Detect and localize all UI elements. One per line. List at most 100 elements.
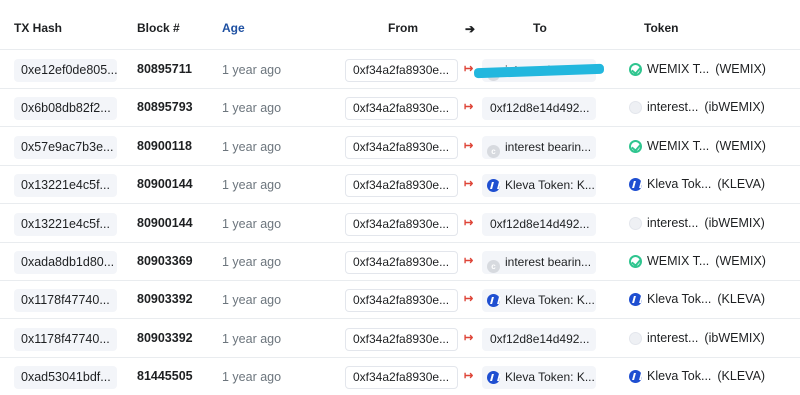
out-direction-icon: ↦ xyxy=(464,101,473,114)
from-address-link[interactable]: 0xf34a2fa8930e... xyxy=(345,327,458,351)
tx-hash-link[interactable]: 0xada8db1d80... xyxy=(14,251,117,274)
tx-hash-link[interactable]: 0x57e9ac7b3e... xyxy=(14,135,117,159)
out-direction-icon: ↦ xyxy=(464,370,473,383)
token-name: interest... xyxy=(647,330,699,345)
token-name: Kleva Tok... xyxy=(647,177,712,192)
kleva-icon xyxy=(487,371,500,385)
to-address-text: 0xf12d8e14d492... xyxy=(490,101,590,116)
age-text: 1 year ago xyxy=(222,216,282,231)
out-direction-icon: ↦ xyxy=(464,139,473,152)
table-row: 0xe12ef0de805... 80895711 1 year ago 0xf34a… xyxy=(0,51,800,89)
to-address-text: 0xf12d8e14d492... xyxy=(490,216,590,231)
token-link[interactable]: Kleva Tok... (KLEVA) xyxy=(629,177,765,192)
token-link[interactable]: interest... (ibWEMIX) xyxy=(629,216,765,230)
to-address-link[interactable]: c interest bearin... xyxy=(482,135,596,159)
to-address-text: Kleva Token: K... xyxy=(505,293,595,308)
kleva-icon xyxy=(487,294,500,308)
to-address-text: Kleva Token: K... xyxy=(505,178,595,193)
table-row: 0xada8db1d80... 80903369 1 year ago 0xf34a2… xyxy=(0,243,800,281)
tx-hash-link[interactable]: 0x13221e4c5f... xyxy=(14,212,117,236)
faint-coin-icon xyxy=(629,101,642,115)
to-address-link[interactable]: 0xf12d8e14d492... xyxy=(482,327,596,351)
to-address-link[interactable]: Kleva Token: K... xyxy=(482,366,596,390)
wemix-icon xyxy=(629,63,642,76)
age-text: 1 year ago xyxy=(222,370,282,385)
block-number-link[interactable]: 80903392 xyxy=(137,292,193,306)
gray-coin-icon: c xyxy=(487,260,500,273)
token-symbol: (WEMIX) xyxy=(715,138,766,153)
tx-hash-link[interactable]: 0x1178f47740... xyxy=(14,327,117,351)
to-address-text: interest bearin... xyxy=(505,139,592,154)
tx-hash-link[interactable]: 0x1178f47740... xyxy=(14,289,117,313)
table-row: 0x1178f47740... 80903392 1 year ago 0xf34a2… xyxy=(0,281,800,320)
block-number-link[interactable]: 80900144 xyxy=(137,216,193,230)
token-symbol: (ibWEMIX) xyxy=(704,100,765,115)
block-number-link[interactable]: 80895711 xyxy=(137,62,192,76)
to-address-link[interactable]: 0xf12d8e14d492... xyxy=(482,212,596,236)
token-name: interest... xyxy=(647,215,699,230)
from-address-link[interactable]: 0xf34a2fa8930e... xyxy=(345,212,458,236)
to-address-link[interactable]: 0xf12d8e14d492... xyxy=(482,97,596,121)
gray-coin-icon: c xyxy=(487,144,500,158)
token-name: interest... xyxy=(647,100,699,115)
column-header-tx-hash: TX Hash xyxy=(14,21,63,35)
column-header-to: To xyxy=(533,21,547,35)
age-text: 1 year ago xyxy=(222,63,282,77)
table-row: 0x13221e4c5f... 80900144 1 year ago 0xf34a2… xyxy=(0,205,800,243)
token-link[interactable]: WEMIX T... (WEMIX) xyxy=(629,254,766,268)
from-address-link[interactable]: 0xf34a2fa8930e... xyxy=(345,289,458,313)
from-address-link[interactable]: 0xf34a2fa8930e... xyxy=(345,366,458,390)
block-number-link[interactable]: 80903392 xyxy=(137,331,193,345)
token-name: WEMIX T... xyxy=(647,254,710,268)
token-symbol: (KLEVA) xyxy=(717,369,766,384)
tx-hash-link[interactable]: 0xad53041bdf... xyxy=(14,366,117,390)
table-row: 0xad53041bdf... 81445505 1 year ago 0xf34a2… xyxy=(0,358,800,395)
age-text: 1 year ago xyxy=(222,139,282,154)
kleva-icon xyxy=(629,293,642,307)
faint-coin-icon xyxy=(629,331,642,345)
column-header-age[interactable]: Age xyxy=(222,21,245,35)
table-header: TX Hash Block # Age From ➔ To Token xyxy=(0,0,800,50)
tx-hash-link[interactable]: 0x6b08db82f2... xyxy=(14,97,117,121)
from-address-link[interactable]: 0xf34a2fa8930e... xyxy=(345,251,458,274)
out-direction-icon: ↦ xyxy=(464,178,473,191)
token-link[interactable]: WEMIX T... (WEMIX) xyxy=(629,62,766,76)
token-link[interactable]: WEMIX T... (WEMIX) xyxy=(629,139,766,153)
block-number-link[interactable]: 80900118 xyxy=(137,139,192,153)
token-link[interactable]: Kleva Tok... (KLEVA) xyxy=(629,369,766,384)
to-address-link[interactable]: c interest bearin... xyxy=(482,251,596,274)
to-address-link[interactable]: Kleva Token: K... xyxy=(482,174,596,198)
from-address-link[interactable]: 0xf34a2fa8930e... xyxy=(345,174,458,198)
wemix-icon xyxy=(629,139,642,153)
out-direction-icon: ↦ xyxy=(464,331,473,344)
token-name: WEMIX T... xyxy=(647,62,710,76)
token-symbol: (ibWEMIX) xyxy=(704,215,765,230)
wemix-icon xyxy=(629,255,642,268)
out-direction-icon: ↦ xyxy=(464,216,473,229)
out-direction-icon: ↦ xyxy=(464,255,473,267)
from-address-link[interactable]: 0xf34a2fa8930e... xyxy=(345,97,458,121)
block-number-link[interactable]: 80903369 xyxy=(137,254,193,268)
age-text: 1 year ago xyxy=(222,331,282,346)
token-symbol: (WEMIX) xyxy=(715,254,766,268)
token-link[interactable]: interest... (ibWEMIX) xyxy=(629,100,765,115)
age-text: 1 year ago xyxy=(222,293,282,308)
direction-arrow-icon: ➔ xyxy=(465,22,476,36)
to-address-text: 0xf12d8e14d492... xyxy=(490,331,590,346)
block-number-link[interactable]: 80900144 xyxy=(137,177,193,191)
token-name: Kleva Tok... xyxy=(647,292,712,307)
out-direction-icon: ↦ xyxy=(464,293,473,306)
faint-coin-icon xyxy=(629,216,642,230)
block-number-link[interactable]: 81445505 xyxy=(137,369,193,383)
token-link[interactable]: interest... (ibWEMIX) xyxy=(629,331,765,345)
to-address-link[interactable]: Kleva Token: K... xyxy=(482,289,596,313)
kleva-icon xyxy=(629,370,642,384)
column-header-from: From xyxy=(388,21,418,35)
from-address-link[interactable]: 0xf34a2fa8930e... xyxy=(345,59,458,82)
age-text: 1 year ago xyxy=(222,101,282,116)
tx-hash-link[interactable]: 0xe12ef0de805... xyxy=(14,59,117,82)
token-link[interactable]: Kleva Tok... (KLEVA) xyxy=(629,292,765,307)
from-address-link[interactable]: 0xf34a2fa8930e... xyxy=(345,135,458,159)
block-number-link[interactable]: 80895793 xyxy=(137,100,193,114)
tx-hash-link[interactable]: 0x13221e4c5f... xyxy=(14,174,117,198)
